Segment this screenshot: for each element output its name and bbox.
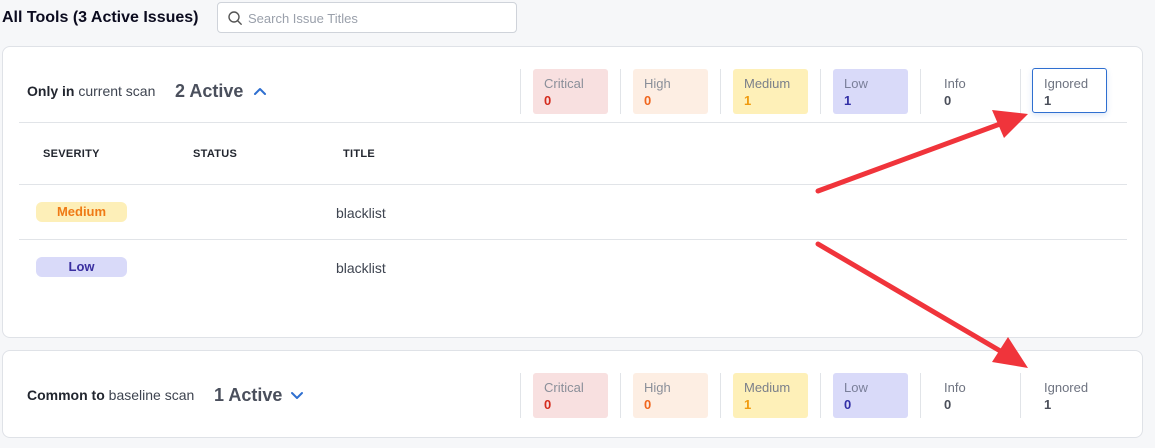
column-header-severity[interactable]: SEVERITY	[43, 148, 100, 160]
divider	[920, 69, 921, 114]
divider	[520, 69, 521, 114]
ignored-count[interactable]: Ignored 1	[1033, 373, 1108, 418]
ignored-label: Ignored	[1044, 380, 1089, 395]
low-count[interactable]: Low 1	[833, 69, 908, 114]
high-count[interactable]: High 0	[633, 373, 708, 418]
critical-label: Critical	[544, 380, 584, 395]
medium-count[interactable]: Medium 1	[733, 373, 808, 418]
ignored-value: 1	[1044, 397, 1052, 412]
issue-title[interactable]: blacklist	[336, 205, 386, 221]
critical-count[interactable]: Critical 0	[533, 373, 608, 418]
low-count[interactable]: Low 0	[833, 373, 908, 418]
critical-label: Critical	[544, 76, 584, 91]
high-count[interactable]: High 0	[633, 69, 708, 114]
section-label-rest: current scan	[74, 83, 156, 99]
high-value: 0	[644, 397, 652, 412]
info-value: 0	[944, 93, 952, 108]
critical-value: 0	[544, 93, 552, 108]
medium-count[interactable]: Medium 1	[733, 69, 808, 114]
section-label-bold: Common to	[27, 387, 105, 403]
ignored-label: Ignored	[1044, 76, 1089, 91]
low-value: 0	[844, 397, 852, 412]
section-label-bold: Only in	[27, 83, 75, 99]
critical-value: 0	[544, 397, 552, 412]
row-divider	[19, 184, 1127, 185]
info-label: Info	[944, 76, 966, 91]
active-count-toggle[interactable]: 2 Active	[175, 81, 243, 102]
low-value: 1	[844, 93, 852, 108]
divider	[1020, 69, 1021, 114]
chevron-down-icon[interactable]	[290, 390, 304, 400]
medium-value: 1	[744, 397, 752, 412]
high-label: High	[644, 76, 671, 91]
medium-value: 1	[744, 93, 752, 108]
medium-label: Medium	[744, 76, 791, 91]
chevron-up-icon[interactable]	[253, 86, 267, 96]
info-label: Info	[944, 380, 966, 395]
info-count[interactable]: Info 0	[933, 373, 1008, 418]
divider	[720, 69, 721, 114]
divider	[520, 373, 521, 418]
column-header-title[interactable]: TITLE	[343, 148, 375, 160]
low-label: Low	[844, 380, 868, 395]
section-label: Only in current scan	[27, 83, 155, 99]
search-icon	[228, 11, 242, 25]
header-divider	[19, 122, 1127, 123]
column-header-status[interactable]: STATUS	[193, 148, 237, 160]
low-label: Low	[844, 76, 868, 91]
divider	[820, 373, 821, 418]
info-value: 0	[944, 397, 952, 412]
search-input[interactable]	[248, 7, 508, 29]
baseline-scan-section: Common to baseline scan 1 Active Critica…	[2, 350, 1143, 438]
severity-badge: Medium	[36, 202, 127, 222]
ignored-value: 1	[1044, 93, 1052, 108]
issue-title[interactable]: blacklist	[336, 260, 386, 276]
severity-badge: Low	[36, 257, 127, 277]
divider	[720, 373, 721, 418]
search-box[interactable]	[217, 2, 517, 33]
current-scan-section: Only in current scan 2 Active Critical 0…	[2, 46, 1143, 338]
section-label: Common to baseline scan	[27, 387, 194, 403]
page-title: All Tools (3 Active Issues)	[2, 9, 199, 26]
section-label-rest: baseline scan	[104, 387, 195, 403]
high-label: High	[644, 380, 671, 395]
critical-count[interactable]: Critical 0	[533, 69, 608, 114]
divider	[1020, 373, 1021, 418]
active-count-toggle[interactable]: 1 Active	[214, 385, 282, 406]
row-divider	[19, 239, 1127, 240]
divider	[920, 373, 921, 418]
medium-label: Medium	[744, 380, 791, 395]
info-count[interactable]: Info 0	[933, 69, 1008, 114]
ignored-count[interactable]: Ignored 1	[1032, 68, 1107, 113]
divider	[820, 69, 821, 114]
divider	[620, 373, 621, 418]
high-value: 0	[644, 93, 652, 108]
divider	[620, 69, 621, 114]
top-bar: All Tools (3 Active Issues)	[0, 0, 1155, 40]
